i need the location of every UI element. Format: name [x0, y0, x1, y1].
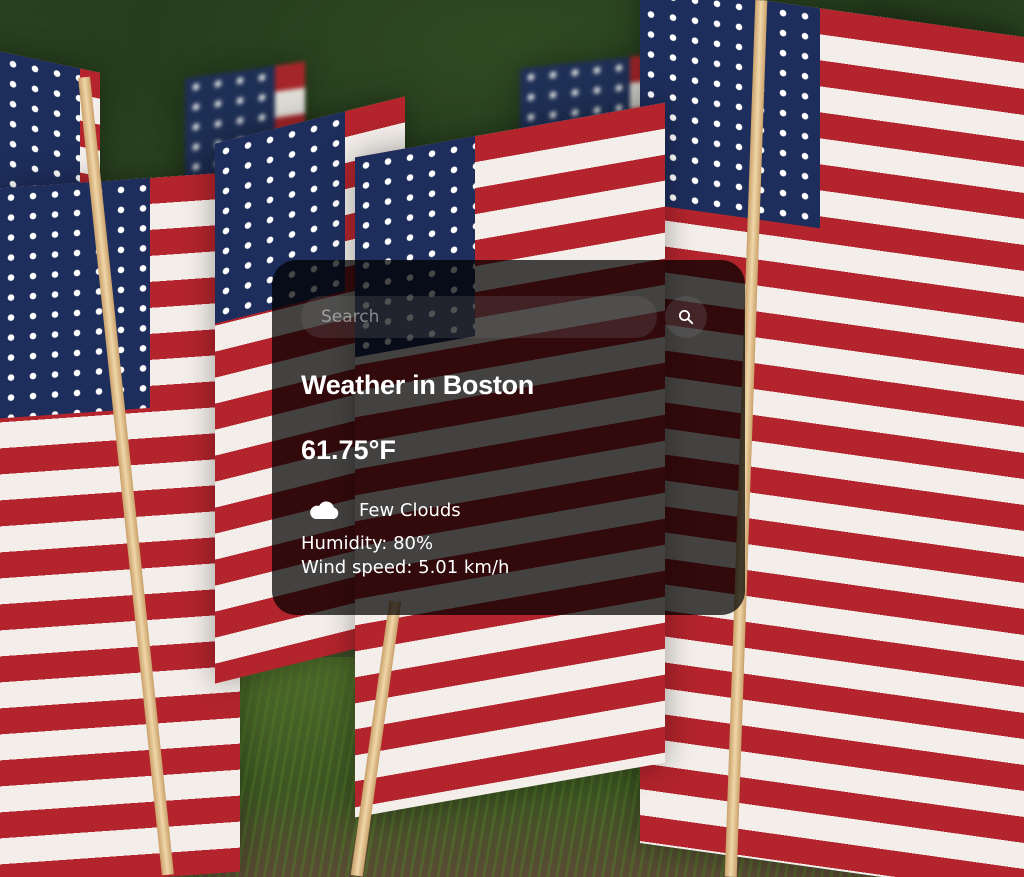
- background-flag: [0, 171, 240, 877]
- search-bar: [301, 296, 716, 338]
- search-input[interactable]: [301, 296, 657, 338]
- weather-description-row: Few Clouds: [301, 492, 716, 528]
- humidity: Humidity: 80%: [301, 533, 434, 554]
- weather-description: Few Clouds: [359, 499, 461, 521]
- weather-card: Weather in Boston 61.75°F Few Clouds Hum…: [272, 260, 745, 615]
- search-icon: [678, 309, 694, 325]
- city-title: Weather in Boston: [301, 370, 534, 400]
- temperature: 61.75°F: [301, 435, 396, 465]
- cloud-icon: [301, 492, 347, 528]
- wind-speed: Wind speed: 5.01 km/h: [301, 557, 510, 578]
- search-button[interactable]: [665, 296, 707, 338]
